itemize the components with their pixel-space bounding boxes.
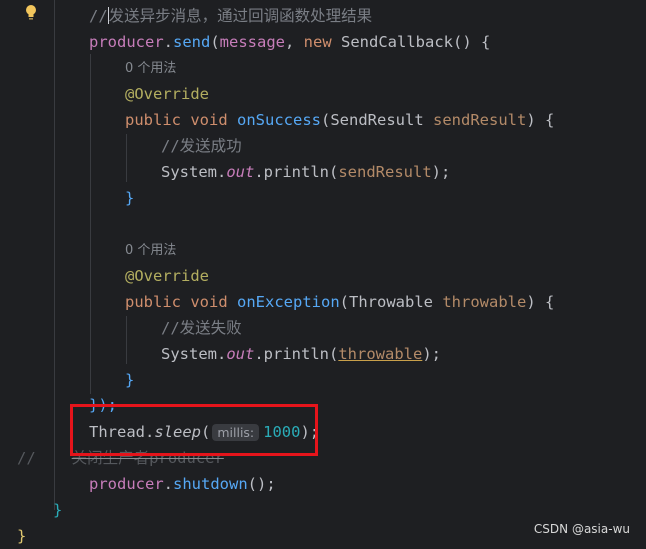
indent-guide xyxy=(126,316,127,364)
indent-guide xyxy=(54,0,55,510)
code-line-println-success[interactable]: System.out.println(sendResult); xyxy=(161,159,450,185)
code-line-close-brace[interactable]: } xyxy=(53,497,62,523)
code-line-close-brace[interactable]: } xyxy=(17,523,26,549)
code-line-comment-success[interactable]: //发送成功 xyxy=(161,133,242,159)
indent-guide xyxy=(90,54,91,394)
code-line-comment-fail[interactable]: //发送失败 xyxy=(161,315,242,341)
code-line-close-brace[interactable]: } xyxy=(125,367,134,393)
indent-guide xyxy=(126,134,127,182)
warning-underline[interactable]: throwable xyxy=(338,345,422,363)
usage-hint[interactable]: 0 个用法 xyxy=(125,56,176,82)
code-line-comment-async[interactable]: //发送异步消息，通过回调函数处理结果 xyxy=(89,3,372,29)
watermark: CSDN @asia-wu xyxy=(533,522,630,536)
code-line-println-exception[interactable]: System.out.println(throwable); xyxy=(161,341,441,367)
code-line-override[interactable]: @Override xyxy=(125,81,209,107)
lightbulb-icon[interactable] xyxy=(24,4,38,22)
usage-hint[interactable]: 0 个用法 xyxy=(125,238,176,264)
code-line-override[interactable]: @Override xyxy=(125,263,209,289)
code-line-on-exception[interactable]: public void onException(Throwable throwa… xyxy=(125,289,554,315)
code-line-send-call[interactable]: producer.send(message, new SendCallback(… xyxy=(89,29,490,55)
code-line-shutdown[interactable]: producer.shutdown(); xyxy=(89,471,276,497)
highlight-box xyxy=(70,404,318,456)
code-line-close-brace[interactable]: } xyxy=(125,185,134,211)
code-line-on-success[interactable]: public void onSuccess(SendResult sendRes… xyxy=(125,107,554,133)
